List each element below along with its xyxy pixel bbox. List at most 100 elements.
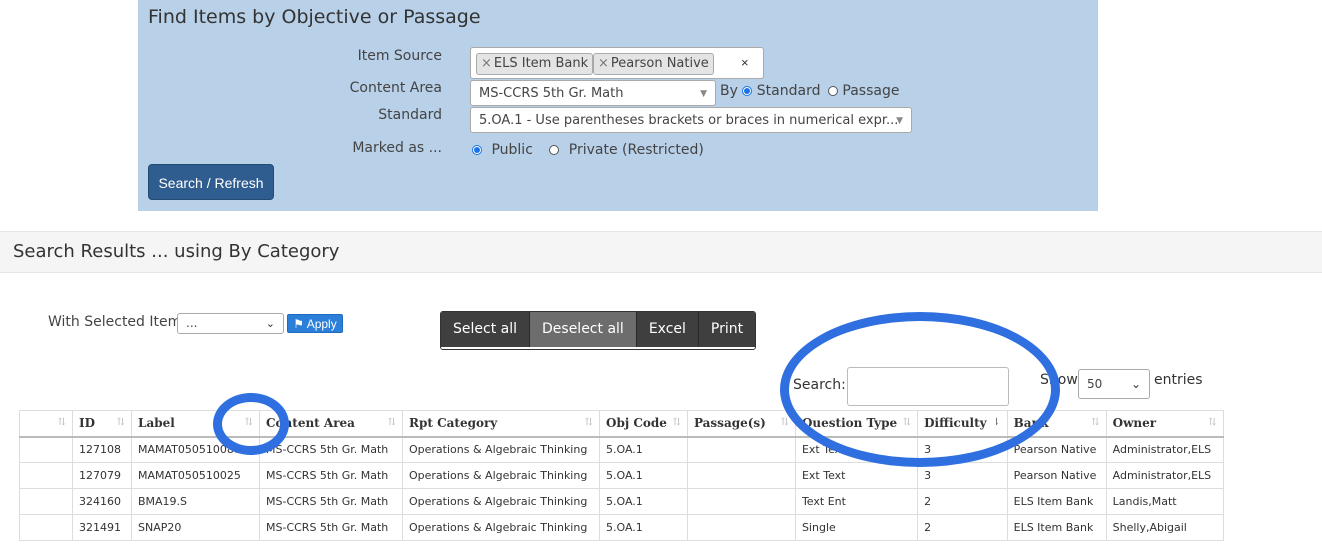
radio-private[interactable] [549,144,560,155]
cell-obj-code: 5.OA.1 [599,488,688,515]
cell-id: 324160 [72,488,132,515]
cell-label: BMA19.S [131,488,260,515]
radio-public-label[interactable]: Public [491,142,532,158]
cell-question-type: Text Ent [794,488,919,515]
results-title: Search Results ... using By Category [13,241,340,262]
clear-tags-icon[interactable]: × [741,55,749,70]
cell-select[interactable] [19,436,73,463]
cell-content-area: MS-CCRS 5th Gr. Math [259,488,403,515]
radio-public[interactable] [472,144,482,155]
table-row[interactable]: 324160 BMA19.S MS-CCRS 5th Gr. Math Operati… [19,488,1224,515]
cell-owner: Shelly,Abigail [1105,514,1224,541]
cell-bank: ELS Item Bank [1006,488,1107,515]
standard-label: Standard [378,107,442,123]
entries-value: 50 [1087,377,1103,391]
cell-label: SNAP20 [131,514,260,541]
marked-as-label: Marked as ... [352,140,442,156]
table-row[interactable]: 127108 MAMAT050510080 MS-CCRS 5th Gr. Math… [19,436,1224,463]
flag-icon: ⚑ [293,317,305,331]
tag-els-item-bank[interactable]: × ELS Item Bank [476,53,594,75]
cell-content-area: MS-CCRS 5th Gr. Math [259,514,403,541]
cell-bank: Pearson Native [1006,462,1107,489]
sort-icon[interactable]: ⇅ [1208,417,1216,428]
with-selected-label: With Selected Items [48,314,189,330]
cell-bank: ELS Item Bank [1006,514,1107,541]
content-area-select[interactable]: MS-CCRS 5th Gr. Math ▼ [470,80,716,106]
col-obj-code[interactable]: Obj Code ⇅ [599,410,688,438]
table-row[interactable]: 321491 SNAP20 MS-CCRS 5th Gr. Math Operatio… [19,514,1224,541]
tag-pearson-native[interactable]: × Pearson Native [593,53,714,75]
with-selected-value: ... [186,316,198,330]
chevron-down-icon: ⌄ [265,317,275,330]
tag-remove-icon[interactable]: × [481,56,492,71]
content-area-label: Content Area [349,80,442,96]
col-id[interactable]: ID ⇅ [72,410,132,438]
cell-question-type: Single [794,514,919,541]
cell-obj-code: 5.OA.1 [599,436,688,463]
chevron-down-icon: ⌄ [1130,377,1141,391]
radio-private-label[interactable]: Private (Restricted) [569,142,704,158]
print-button[interactable]: Print [698,312,756,347]
cell-passages [686,462,796,489]
sort-icon[interactable]: ⇅ [58,417,66,428]
standard-value: 5.OA.1 - Use parentheses brackets or bra… [479,113,899,128]
cell-difficulty: 2 [917,488,1008,515]
cell-question-type: Ext Text [794,462,919,489]
sort-icon[interactable]: ⇅ [1091,417,1099,428]
chevron-down-icon: ▼ [700,89,707,99]
entries-label: entries [1154,372,1203,388]
cell-label: MAMAT050510025 [131,462,260,489]
select-all-button[interactable]: Select all [441,312,530,347]
results-table: ⇅ ID ⇅ Label ⇅ Content Area ⇅ Rpt Category ⇅… [19,410,1224,541]
item-source-label: Item Source [357,48,442,64]
apply-button[interactable]: ⚑ Apply [287,314,343,333]
with-selected-select[interactable]: ... ⌄ [177,313,284,334]
item-source-multiselect[interactable]: × ELS Item Bank × Pearson Native × [470,47,764,79]
table-row[interactable]: 127079 MAMAT050510025 MS-CCRS 5th Gr. Math… [19,462,1224,489]
col-owner[interactable]: Owner ⇅ [1105,410,1224,438]
entries-select[interactable]: 50 ⌄ [1078,369,1150,399]
excel-button[interactable]: Excel [636,312,699,347]
radio-passage[interactable] [827,85,838,96]
cell-obj-code: 5.OA.1 [599,462,688,489]
apply-label: Apply [306,317,337,331]
marked-as-radio-group: Public Private (Restricted) [472,141,704,159]
cell-id: 321491 [72,514,132,541]
cell-rpt-category: Operations & Algebraic Thinking [402,462,600,489]
col-passages[interactable]: Passage(s) ⇅ [686,410,796,438]
content-area-value: MS-CCRS 5th Gr. Math [479,86,624,101]
cell-content-area: MS-CCRS 5th Gr. Math [259,462,403,489]
sort-icon[interactable]: ⇅ [781,417,789,428]
radio-passage-label[interactable]: Passage [842,83,899,99]
col-rpt-category[interactable]: Rpt Category ⇅ [402,410,600,438]
cell-rpt-category: Operations & Algebraic Thinking [402,436,600,463]
cell-obj-code: 5.OA.1 [599,514,688,541]
annotation-circle-large [780,312,1060,467]
sort-icon[interactable]: ⇅ [117,417,125,428]
search-panel: Find Items by Objective or Passage Item … [138,0,1098,211]
by-label: By [720,82,738,99]
sort-icon[interactable]: ⇅ [388,417,396,428]
cell-select[interactable] [19,514,73,541]
cell-owner: Administrator,ELS [1105,436,1224,463]
cell-difficulty: 2 [917,514,1008,541]
sort-icon[interactable]: ⇅ [585,417,593,428]
cell-owner: Administrator,ELS [1105,462,1224,489]
cell-passages [686,436,796,463]
panel-title: Find Items by Objective or Passage [148,6,481,28]
deselect-all-button[interactable]: Deselect all [530,312,637,347]
annotation-circle-small [213,393,289,455]
radio-standard-label[interactable]: Standard [757,83,821,99]
search-refresh-button[interactable]: Search / Refresh [148,164,274,200]
cell-select[interactable] [19,462,73,489]
table-action-buttons: Select all Deselect all Excel Print [440,311,757,350]
radio-standard[interactable] [742,85,753,96]
col-select[interactable]: ⇅ [19,410,73,438]
sort-icon[interactable]: ⇅ [673,417,681,428]
cell-id: 127108 [72,436,132,463]
cell-select[interactable] [19,488,73,515]
tag-label: ELS Item Bank [493,56,589,71]
cell-passages [686,514,796,541]
standard-select[interactable]: 5.OA.1 - Use parentheses brackets or bra… [470,107,912,133]
tag-remove-icon[interactable]: × [598,56,609,71]
